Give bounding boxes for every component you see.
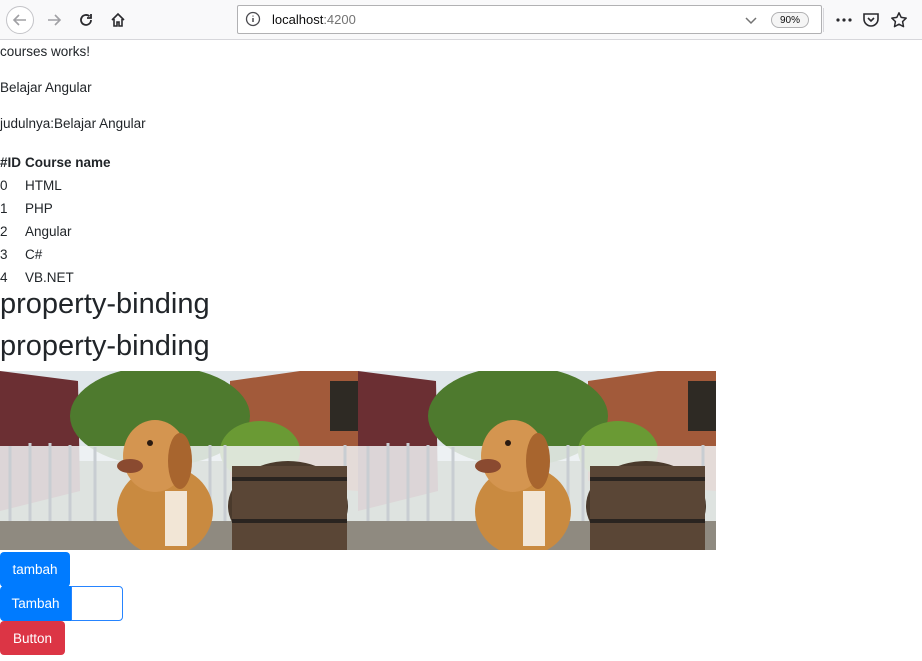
back-icon	[12, 14, 26, 26]
url-bar[interactable]: localhost:4200 90%	[237, 5, 822, 34]
cell-course-name: C#	[25, 247, 43, 262]
table-row: 0 HTML	[0, 174, 111, 197]
info-icon[interactable]	[245, 11, 261, 27]
judul-text: judulnya:Belajar Angular	[0, 116, 146, 131]
home-button[interactable]	[104, 6, 132, 34]
cell-course-name: HTML	[25, 178, 62, 193]
dog-photo	[358, 371, 716, 550]
table-row: 1 PHP	[0, 197, 111, 220]
forward-button[interactable]	[40, 6, 68, 34]
zoom-indicator[interactable]: 90%	[771, 12, 809, 28]
table-header-row: #ID Course name	[0, 151, 111, 174]
more-icon[interactable]	[835, 11, 853, 29]
table-row: 4 VB.NET	[0, 266, 111, 289]
table-row: 2 Angular	[0, 220, 111, 243]
cell-id: 1	[0, 201, 8, 216]
tambah-button[interactable]: tambah	[0, 552, 70, 587]
column-header-id: #ID	[0, 155, 22, 170]
back-button[interactable]	[6, 6, 34, 34]
tambah-input[interactable]	[71, 586, 123, 621]
dog-photo	[0, 371, 358, 550]
courses-table: #ID Course name 0 HTML 1 PHP 2 Angular 3 C# …	[0, 151, 111, 289]
column-header-course-name: Course name	[25, 155, 111, 170]
toolbar-separator	[823, 8, 824, 32]
url-port: :4200	[323, 12, 356, 27]
cell-id: 2	[0, 224, 8, 239]
url-text[interactable]: localhost:4200	[272, 12, 356, 27]
forward-icon	[48, 14, 62, 26]
cell-id: 4	[0, 270, 8, 285]
browser-toolbar: localhost:4200 90%	[0, 0, 922, 40]
reload-icon	[80, 14, 92, 26]
cell-course-name: PHP	[25, 201, 53, 216]
cell-id: 3	[0, 247, 8, 262]
title-text: Belajar Angular	[0, 80, 92, 95]
url-host: localhost	[272, 12, 324, 27]
courses-works-text: courses works!	[0, 44, 91, 59]
property-binding-heading-2: property-binding	[0, 330, 210, 362]
red-button[interactable]: Button	[0, 621, 65, 655]
reload-button[interactable]	[72, 6, 100, 34]
home-icon	[111, 12, 125, 27]
chevron-down-icon[interactable]	[743, 12, 759, 28]
table-row: 3 C#	[0, 243, 111, 266]
pocket-icon[interactable]	[862, 11, 880, 29]
tambah-capital-button[interactable]: Tambah	[0, 586, 71, 621]
star-icon[interactable]	[890, 11, 908, 29]
cell-course-name: Angular	[25, 224, 72, 239]
cell-id: 0	[0, 178, 8, 193]
cell-course-name: VB.NET	[25, 270, 74, 285]
property-binding-heading-1: property-binding	[0, 288, 210, 320]
